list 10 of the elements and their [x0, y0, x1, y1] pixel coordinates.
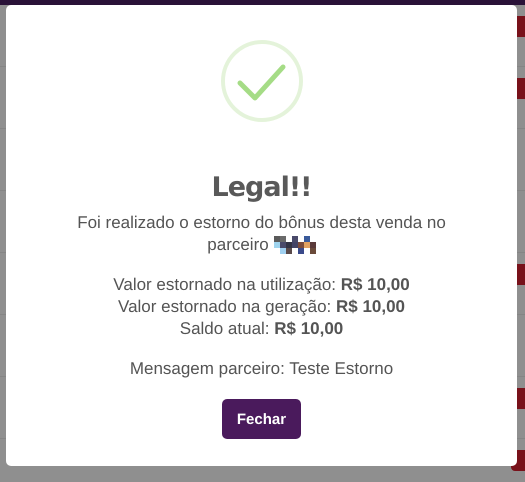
dialog-message: parceiro	[207, 234, 269, 256]
close-button[interactable]: Fechar	[222, 399, 302, 439]
checkmark-icon	[220, 39, 304, 123]
pixelated-name-icon	[274, 236, 316, 254]
partner-message: Mensagem parceiro: Teste Estorno	[130, 358, 394, 380]
dialog-title: Legal!!	[212, 172, 312, 204]
dialog-message: Foi realizado o estorno do bônus desta venda no	[77, 213, 446, 232]
amount-line: Saldo atual: R$ 10,00	[180, 318, 344, 340]
amount-line: Valor estornado na geração: R$ 10,00	[118, 296, 405, 318]
amount-line: Valor estornado na utilização: R$ 10,00	[113, 274, 410, 296]
